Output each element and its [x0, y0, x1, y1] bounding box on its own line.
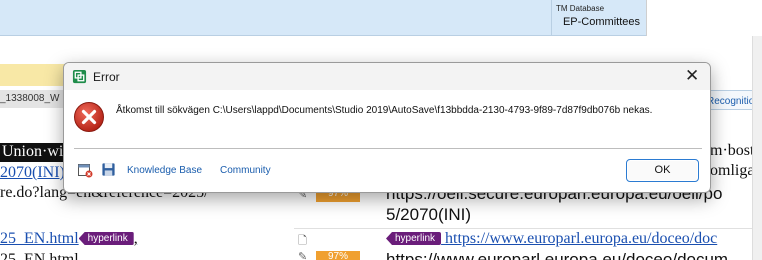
target-segment-fragment: omliga	[710, 162, 755, 179]
file-name-text: _1338008_W	[0, 93, 60, 104]
tm-database-label: TM Database	[556, 4, 605, 13]
source-link-text[interactable]: 25_EN.html	[0, 230, 79, 247]
dialog-title: Error	[93, 70, 120, 84]
segment-divider	[294, 228, 762, 229]
match-percent-badge: 97%	[316, 251, 360, 260]
target-link-text[interactable]: https://www.europarl.europa.eu/doceo/doc	[445, 230, 717, 247]
community-link[interactable]: Community	[220, 165, 271, 176]
close-button[interactable]: ✕	[674, 63, 710, 90]
error-dialog: Error ✕ Åtkomst till sökvägen C:\Users\l…	[63, 62, 711, 193]
source-segment-line1: Union·wi	[2, 143, 64, 160]
target-segment-line2[interactable]: 5/2070(INI)	[386, 205, 471, 225]
close-icon: ✕	[685, 66, 700, 85]
dialog-separator	[74, 148, 702, 149]
copy-details-icon[interactable]	[77, 162, 93, 178]
tm-database-panel: TM Database EP-Committees	[551, 0, 646, 36]
right-panel-header	[646, 0, 762, 36]
vertical-scrollbar[interactable]	[752, 36, 762, 260]
target-segment-line3[interactable]: hyperlink https://www.europarl.europa.eu…	[386, 230, 717, 248]
app-icon	[72, 69, 87, 84]
error-message: Åtkomst till sökvägen C:\Users\lappd\Doc…	[116, 105, 653, 116]
error-icon	[74, 102, 104, 132]
ok-button[interactable]: OK	[626, 159, 699, 182]
source-segment-line4[interactable]: 25_EN.html hyperlink,	[0, 230, 138, 248]
save-icon[interactable]	[101, 162, 116, 177]
knowledge-base-link[interactable]: Knowledge Base	[127, 165, 202, 176]
hyperlink-tag: hyperlink	[78, 232, 134, 245]
editor-panel-area	[0, 36, 646, 64]
tm-database-value: EP-Committees	[562, 16, 640, 28]
source-segment-line5: 25_EN.html	[0, 251, 79, 260]
editor-header-panel	[0, 0, 646, 36]
source-suffix: ,	[133, 230, 138, 247]
active-segment-highlight	[0, 64, 70, 86]
dialog-titlebar[interactable]: Error ✕	[64, 63, 710, 90]
recognition-tab-label: Recognitio	[707, 96, 755, 107]
pencil-icon: ✎	[298, 251, 308, 260]
source-segment-line2[interactable]: 2070(INI)	[0, 164, 65, 182]
document-icon: 🗋	[298, 235, 307, 247]
target-segment-line4[interactable]: https://www.europarl.europa.eu/doceo/doc…	[386, 250, 728, 260]
hyperlink-tag: hyperlink	[386, 232, 442, 245]
